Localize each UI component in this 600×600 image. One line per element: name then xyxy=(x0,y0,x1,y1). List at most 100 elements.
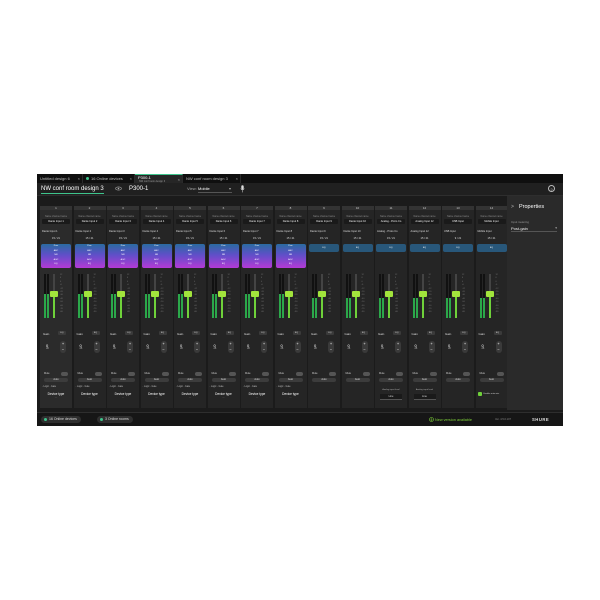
minus-icon[interactable]: − xyxy=(395,347,401,353)
processing-block[interactable]: EQ xyxy=(409,244,440,252)
processing-block[interactable]: Proc AEC NR AGC EQ xyxy=(275,244,306,268)
mute-toggle[interactable] xyxy=(429,372,437,376)
processing-block[interactable]: EQ xyxy=(376,244,406,252)
device-type[interactable]: Device type xyxy=(109,392,137,396)
eq-button[interactable]: EQ xyxy=(225,331,234,335)
mute-toggle[interactable] xyxy=(329,372,336,376)
gate-option[interactable]: Gate xyxy=(85,386,90,388)
eq-button[interactable]: EQ xyxy=(393,331,401,335)
fader-handle[interactable] xyxy=(251,291,259,297)
processing-block[interactable]: Proc AEC NR AGC EQ xyxy=(108,244,138,268)
eq-button[interactable]: EQ xyxy=(91,331,100,335)
online-rooms-pill[interactable]: 3 Online rooms xyxy=(97,416,133,423)
minus-icon[interactable]: − xyxy=(462,347,468,353)
channel-strip[interactable]: 9 Name channel name Dante Input 9 Dante Inp… xyxy=(308,206,340,408)
fader-handle[interactable] xyxy=(351,291,360,297)
auto-button[interactable]: Auto xyxy=(479,378,504,382)
gate-option[interactable]: Gate xyxy=(286,386,291,388)
logic-option[interactable]: Logic xyxy=(244,386,250,388)
device-type[interactable]: Device type xyxy=(176,392,204,396)
auto-button[interactable]: Auto xyxy=(312,378,336,382)
mute-toggle[interactable] xyxy=(396,372,403,376)
close-icon[interactable]: × xyxy=(130,174,132,183)
channel-strip[interactable]: 13 Name channel name USB Input USB Input 9 /… xyxy=(442,206,474,408)
channel-strip[interactable]: 7 Name channel name Dante Input 7 Dante Inp… xyxy=(241,206,273,408)
channel-strip[interactable]: 3 Name channel name Dante Input 3 Dante Inp… xyxy=(107,206,139,408)
tab-online-devices[interactable]: 16 Online devices × xyxy=(83,174,135,183)
processing-block[interactable]: EQ xyxy=(309,244,339,252)
gate-option[interactable]: Gate xyxy=(219,386,224,388)
channel-strip[interactable]: 4 Name channel name Dante Input 4 Dante Inp… xyxy=(140,206,173,408)
fader-handle[interactable] xyxy=(184,291,192,297)
eq-button[interactable]: EQ xyxy=(58,331,66,335)
processing-block[interactable]: Proc AEC NR AGC EQ xyxy=(242,244,272,268)
gain-stepper[interactable]: + − xyxy=(127,341,133,353)
channel-strip[interactable]: 11 Name channel name Analog - Proto Co Anal… xyxy=(375,206,407,408)
auto-button[interactable]: Auto xyxy=(211,378,236,382)
gate-option[interactable]: Gate xyxy=(152,386,157,388)
processing-block[interactable]: Proc AEC NR AGC EQ xyxy=(175,244,205,268)
logic-option[interactable]: Logic xyxy=(278,386,284,388)
design-title[interactable]: NW conf room design 3 xyxy=(41,185,104,194)
auto-button[interactable]: Auto xyxy=(278,378,303,382)
channel-strip[interactable]: 6 Name channel name Dante Input 6 Dante Inp… xyxy=(207,206,240,408)
fader-handle[interactable] xyxy=(50,291,58,297)
fader-handle[interactable] xyxy=(117,291,125,297)
minus-icon[interactable]: − xyxy=(94,347,100,353)
processing-block[interactable]: EQ xyxy=(443,244,473,252)
minus-icon[interactable]: − xyxy=(161,347,167,353)
mute-toggle[interactable] xyxy=(463,372,470,376)
gain-stepper[interactable]: + − xyxy=(261,341,267,353)
processing-block[interactable]: EQ xyxy=(342,244,373,252)
eq-button[interactable]: EQ xyxy=(259,331,267,335)
analog-level-dropdown[interactable]: Line xyxy=(380,394,402,400)
logic-option[interactable]: Logic xyxy=(144,386,150,388)
eq-button[interactable]: EQ xyxy=(125,331,133,335)
eq-button[interactable]: EQ xyxy=(426,331,435,335)
mute-toggle[interactable] xyxy=(61,372,68,376)
gain-stepper[interactable]: + − xyxy=(227,341,234,353)
channel-strip[interactable]: 14 Name channel name Mobile Input Mobile In… xyxy=(475,206,508,408)
channel-name-field[interactable]: Dante Input 2 xyxy=(75,219,104,224)
gain-stepper[interactable]: + − xyxy=(194,341,200,353)
gate-option[interactable]: Gate xyxy=(118,386,123,388)
channel-name-field[interactable]: Dante Input 8 xyxy=(276,219,305,224)
gain-stepper[interactable]: + − xyxy=(328,341,334,353)
auto-button[interactable]: Auto xyxy=(44,378,68,382)
auto-button[interactable]: Auto xyxy=(111,378,135,382)
update-link[interactable]: New version available xyxy=(435,417,472,423)
minus-icon[interactable]: − xyxy=(328,347,334,353)
mute-toggle[interactable] xyxy=(295,372,303,376)
close-icon[interactable]: × xyxy=(236,174,238,183)
minus-icon[interactable]: − xyxy=(429,347,435,353)
fader-handle[interactable] xyxy=(217,291,226,297)
mute-toggle[interactable] xyxy=(128,372,135,376)
auto-button[interactable]: Auto xyxy=(345,378,370,382)
mute-toggle[interactable] xyxy=(161,372,169,376)
fader-handle[interactable] xyxy=(318,291,326,297)
minus-icon[interactable]: − xyxy=(60,347,66,353)
gain-stepper[interactable]: + − xyxy=(294,341,301,353)
device-type[interactable]: Device type xyxy=(243,392,271,396)
channel-name-field[interactable]: Dante Input 6 xyxy=(209,219,238,224)
auto-button[interactable]: Auto xyxy=(412,378,437,382)
channel-name-field[interactable]: Dante Input 10 xyxy=(343,219,372,224)
tab-untitled-design-6[interactable]: Untitled design 6 × xyxy=(37,174,83,183)
mute-toggle[interactable] xyxy=(496,372,504,376)
input-metering-dropdown[interactable]: Post-gain ▾ xyxy=(511,226,557,232)
minus-icon[interactable]: − xyxy=(295,347,301,353)
eq-button[interactable]: EQ xyxy=(460,331,468,335)
mute-toggle[interactable] xyxy=(94,372,102,376)
eq-button[interactable]: EQ xyxy=(493,331,502,335)
processing-block[interactable]: Proc AEC NR AGC EQ xyxy=(208,244,239,268)
gain-stepper[interactable]: + − xyxy=(160,341,167,353)
gain-stepper[interactable]: + − xyxy=(93,341,100,353)
channel-name-field[interactable]: Analog - Proto Co xyxy=(377,219,405,224)
channel-strip[interactable]: 12 Name channel name Analog Input 12 Analog… xyxy=(408,206,441,408)
gain-stepper[interactable]: + − xyxy=(361,341,368,353)
auto-button[interactable]: Auto xyxy=(144,378,169,382)
logic-option[interactable]: Logic xyxy=(211,386,217,388)
fader-handle[interactable] xyxy=(452,291,460,297)
close-icon[interactable]: × xyxy=(178,175,180,183)
minus-icon[interactable]: − xyxy=(228,347,234,353)
